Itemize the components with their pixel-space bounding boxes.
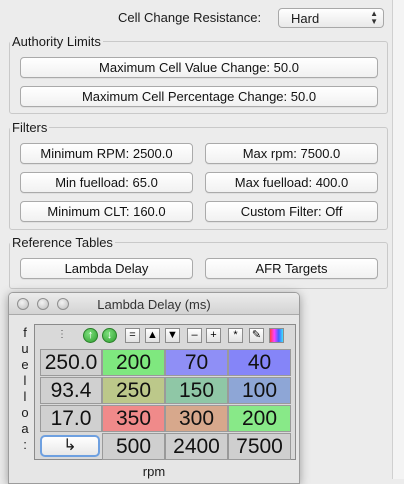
shift-up-button[interactable]: ▲: [145, 328, 160, 343]
column-axis-cell[interactable]: 2400: [165, 433, 228, 460]
y-label-char: l: [23, 389, 27, 404]
cell-change-label: Cell Change Resistance:: [118, 10, 262, 25]
table-cell[interactable]: 350: [102, 405, 165, 432]
table-cell[interactable]: 40: [228, 349, 291, 376]
window-title: Lambda Delay (ms): [97, 297, 211, 312]
column-axis-cell[interactable]: 500: [102, 433, 165, 460]
decrement-icon[interactable]: ↓: [102, 328, 117, 343]
shift-down-button[interactable]: ▼: [165, 328, 180, 343]
grip-icon: ⋮: [57, 329, 67, 340]
x-axis-label: rpm: [142, 464, 166, 479]
increment-icon[interactable]: ↑: [83, 328, 98, 343]
custom-filter-button[interactable]: Custom Filter: Off: [205, 201, 378, 222]
filters-legend: Filters: [12, 120, 48, 135]
window-titlebar[interactable]: Lambda Delay (ms): [9, 293, 299, 315]
afr-targets-button[interactable]: AFR Targets: [205, 258, 378, 279]
row-axis-cell[interactable]: 93.4: [40, 377, 102, 404]
reference-tables-legend: Reference Tables: [12, 235, 113, 250]
pen-icon[interactable]: ✎: [249, 328, 264, 343]
table-cell[interactable]: 250: [102, 377, 165, 404]
y-label-char: :: [23, 437, 27, 452]
y-label-char: f: [23, 325, 27, 340]
set-equal-button[interactable]: =: [125, 328, 140, 343]
color-scale-icon[interactable]: [269, 328, 284, 343]
y-label-char: e: [21, 357, 29, 372]
y-axis-label: f u e l l o a :: [19, 325, 31, 453]
swap-axes-button[interactable]: ↳: [40, 435, 100, 457]
minus-button[interactable]: –: [187, 328, 202, 343]
table-cell[interactable]: 300: [165, 405, 228, 432]
lambda-delay-window: Lambda Delay (ms) f u e l l o a : ⋮ ↑ ↓ …: [8, 292, 300, 484]
max-cell-percentage-button[interactable]: Maximum Cell Percentage Change: 50.0: [20, 86, 378, 107]
column-axis-cell[interactable]: 7500: [228, 433, 291, 460]
table-cell[interactable]: 70: [165, 349, 228, 376]
table-toolbar: ⋮ ↑ ↓ = ▲ ▼ – + * ✎: [35, 325, 295, 347]
y-label-char: o: [21, 405, 29, 420]
cell-change-value: Hard: [291, 11, 320, 26]
min-clt-button[interactable]: Minimum CLT: 160.0: [20, 201, 193, 222]
table-cell[interactable]: 150: [165, 377, 228, 404]
y-label-char: u: [21, 341, 29, 356]
row-axis-cell[interactable]: 250.0: [40, 349, 102, 376]
table-cell[interactable]: 100: [228, 377, 291, 404]
max-fuelload-button[interactable]: Max fuelload: 400.0: [205, 172, 378, 193]
chevron-updown-icon: ▲ ▼: [370, 9, 378, 26]
table-grid: ⋮ ↑ ↓ = ▲ ▼ – + * ✎ 250.0 200 70 40 93.4…: [34, 324, 296, 460]
row-axis-cell[interactable]: 17.0: [40, 405, 102, 432]
min-rpm-button[interactable]: Minimum RPM: 2500.0: [20, 143, 193, 164]
lambda-delay-button[interactable]: Lambda Delay: [20, 258, 193, 279]
cell-change-dropdown[interactable]: Hard ▲ ▼: [278, 8, 384, 28]
corner-arrow-icon: ↳: [63, 437, 77, 454]
cell-change-row: Cell Change Resistance: Hard ▲ ▼: [0, 6, 392, 30]
max-cell-value-button[interactable]: Maximum Cell Value Change: 50.0: [20, 57, 378, 78]
y-label-char: l: [23, 373, 27, 388]
min-fuelload-button[interactable]: Min fuelload: 65.0: [20, 172, 193, 193]
plus-button[interactable]: +: [206, 328, 221, 343]
table-cell[interactable]: 200: [228, 405, 291, 432]
max-rpm-button[interactable]: Max rpm: 7500.0: [205, 143, 378, 164]
scrollbar[interactable]: [392, 0, 404, 479]
multiply-button[interactable]: *: [228, 328, 243, 343]
table-cell[interactable]: 200: [102, 349, 165, 376]
y-label-char: a: [21, 421, 29, 436]
authority-limits-legend: Authority Limits: [12, 34, 101, 49]
